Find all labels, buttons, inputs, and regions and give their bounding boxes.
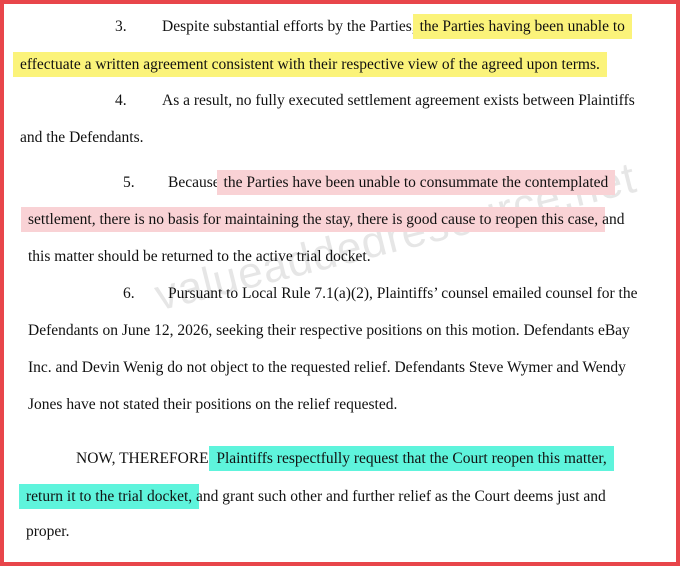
- para6-line2: Defendants on June 12, 2026, seeking the…: [28, 322, 630, 339]
- para3-number: 3.: [115, 18, 127, 35]
- para4-number: 4.: [115, 92, 127, 109]
- para6-line1: Pursuant to Local Rule 7.1(a)(2), Plaint…: [168, 285, 638, 302]
- para5-line3: this matter should be returned to the ac…: [28, 248, 371, 265]
- para3-line1-plain: Despite substantial efforts by the Parti…: [162, 18, 416, 35]
- para5-line2-plain: and: [602, 211, 625, 228]
- para6-line4: Jones have not stated their positions on…: [28, 396, 398, 413]
- conclusion-line2: return it to the trial docket, and grant…: [19, 484, 606, 510]
- conclusion-line1: NOW, THEREFORE, Plaintiffs respectfully …: [76, 446, 614, 472]
- conclusion-line1-plain: NOW, THEREFORE,: [76, 450, 213, 467]
- para6-line3: Inc. and Devin Wenig do not object to th…: [28, 359, 626, 376]
- para3-highlight-yellow-2: effectuate a written agreement consisten…: [13, 52, 607, 77]
- para3-highlight-yellow-1: the Parties having been unable to: [412, 14, 632, 39]
- para5-line1-plain: Because: [168, 174, 220, 191]
- para4-line2: and the Defendants.: [20, 129, 144, 146]
- document-frame: valueaddedresource.net 3. Despite substa…: [0, 0, 680, 566]
- para5-highlight-pink-2: settlement, there is no basis for mainta…: [21, 207, 606, 232]
- conclusion-highlight-cyan-2: return it to the trial docket,: [19, 484, 200, 509]
- para6-number: 6.: [123, 285, 135, 302]
- para5-line1: Because the Parties have been unable to …: [168, 170, 616, 196]
- para5-highlight-pink-1: the Parties have been unable to consumma…: [216, 170, 616, 195]
- para3-line1: Despite substantial efforts by the Parti…: [162, 14, 632, 40]
- conclusion-line3: proper.: [26, 523, 70, 540]
- para5-line2: settlement, there is no basis for mainta…: [21, 207, 625, 233]
- conclusion-highlight-cyan-1: Plaintiffs respectfully request that the…: [209, 446, 614, 471]
- para3-line2: effectuate a written agreement consisten…: [13, 52, 607, 78]
- para4-line1: As a result, no fully executed settlemen…: [162, 92, 635, 109]
- para5-number: 5.: [123, 174, 135, 191]
- conclusion-line2-plain: and grant such other and further relief …: [196, 488, 606, 505]
